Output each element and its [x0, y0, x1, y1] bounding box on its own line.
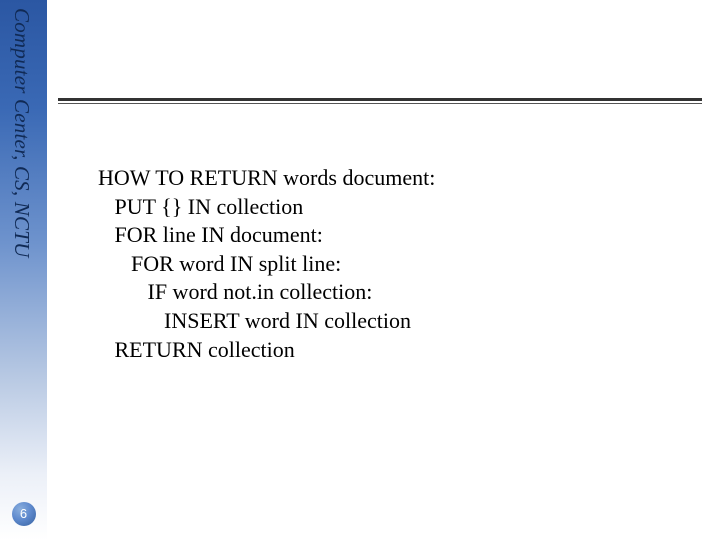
title-rule-thin: [58, 103, 702, 104]
page-number-container: 6: [0, 502, 47, 526]
pseudocode-block: HOW TO RETURN words document: PUT {} IN …: [98, 164, 690, 364]
title-rule-thick: [58, 98, 702, 101]
org-label: Computer Center, CS, NCTU: [9, 8, 34, 257]
code-line: FOR line IN document:: [98, 221, 690, 250]
code-line: FOR word IN split line:: [98, 250, 690, 279]
code-line: INSERT word IN collection: [98, 307, 690, 336]
code-line: RETURN collection: [98, 336, 690, 365]
code-line: HOW TO RETURN words document:: [98, 164, 690, 193]
page-number-badge: 6: [12, 502, 36, 526]
sidebar: Computer Center, CS, NCTU 6: [0, 0, 47, 540]
code-line: IF word not.in collection:: [98, 278, 690, 307]
code-line: PUT {} IN collection: [98, 193, 690, 222]
title-area: [58, 14, 702, 102]
